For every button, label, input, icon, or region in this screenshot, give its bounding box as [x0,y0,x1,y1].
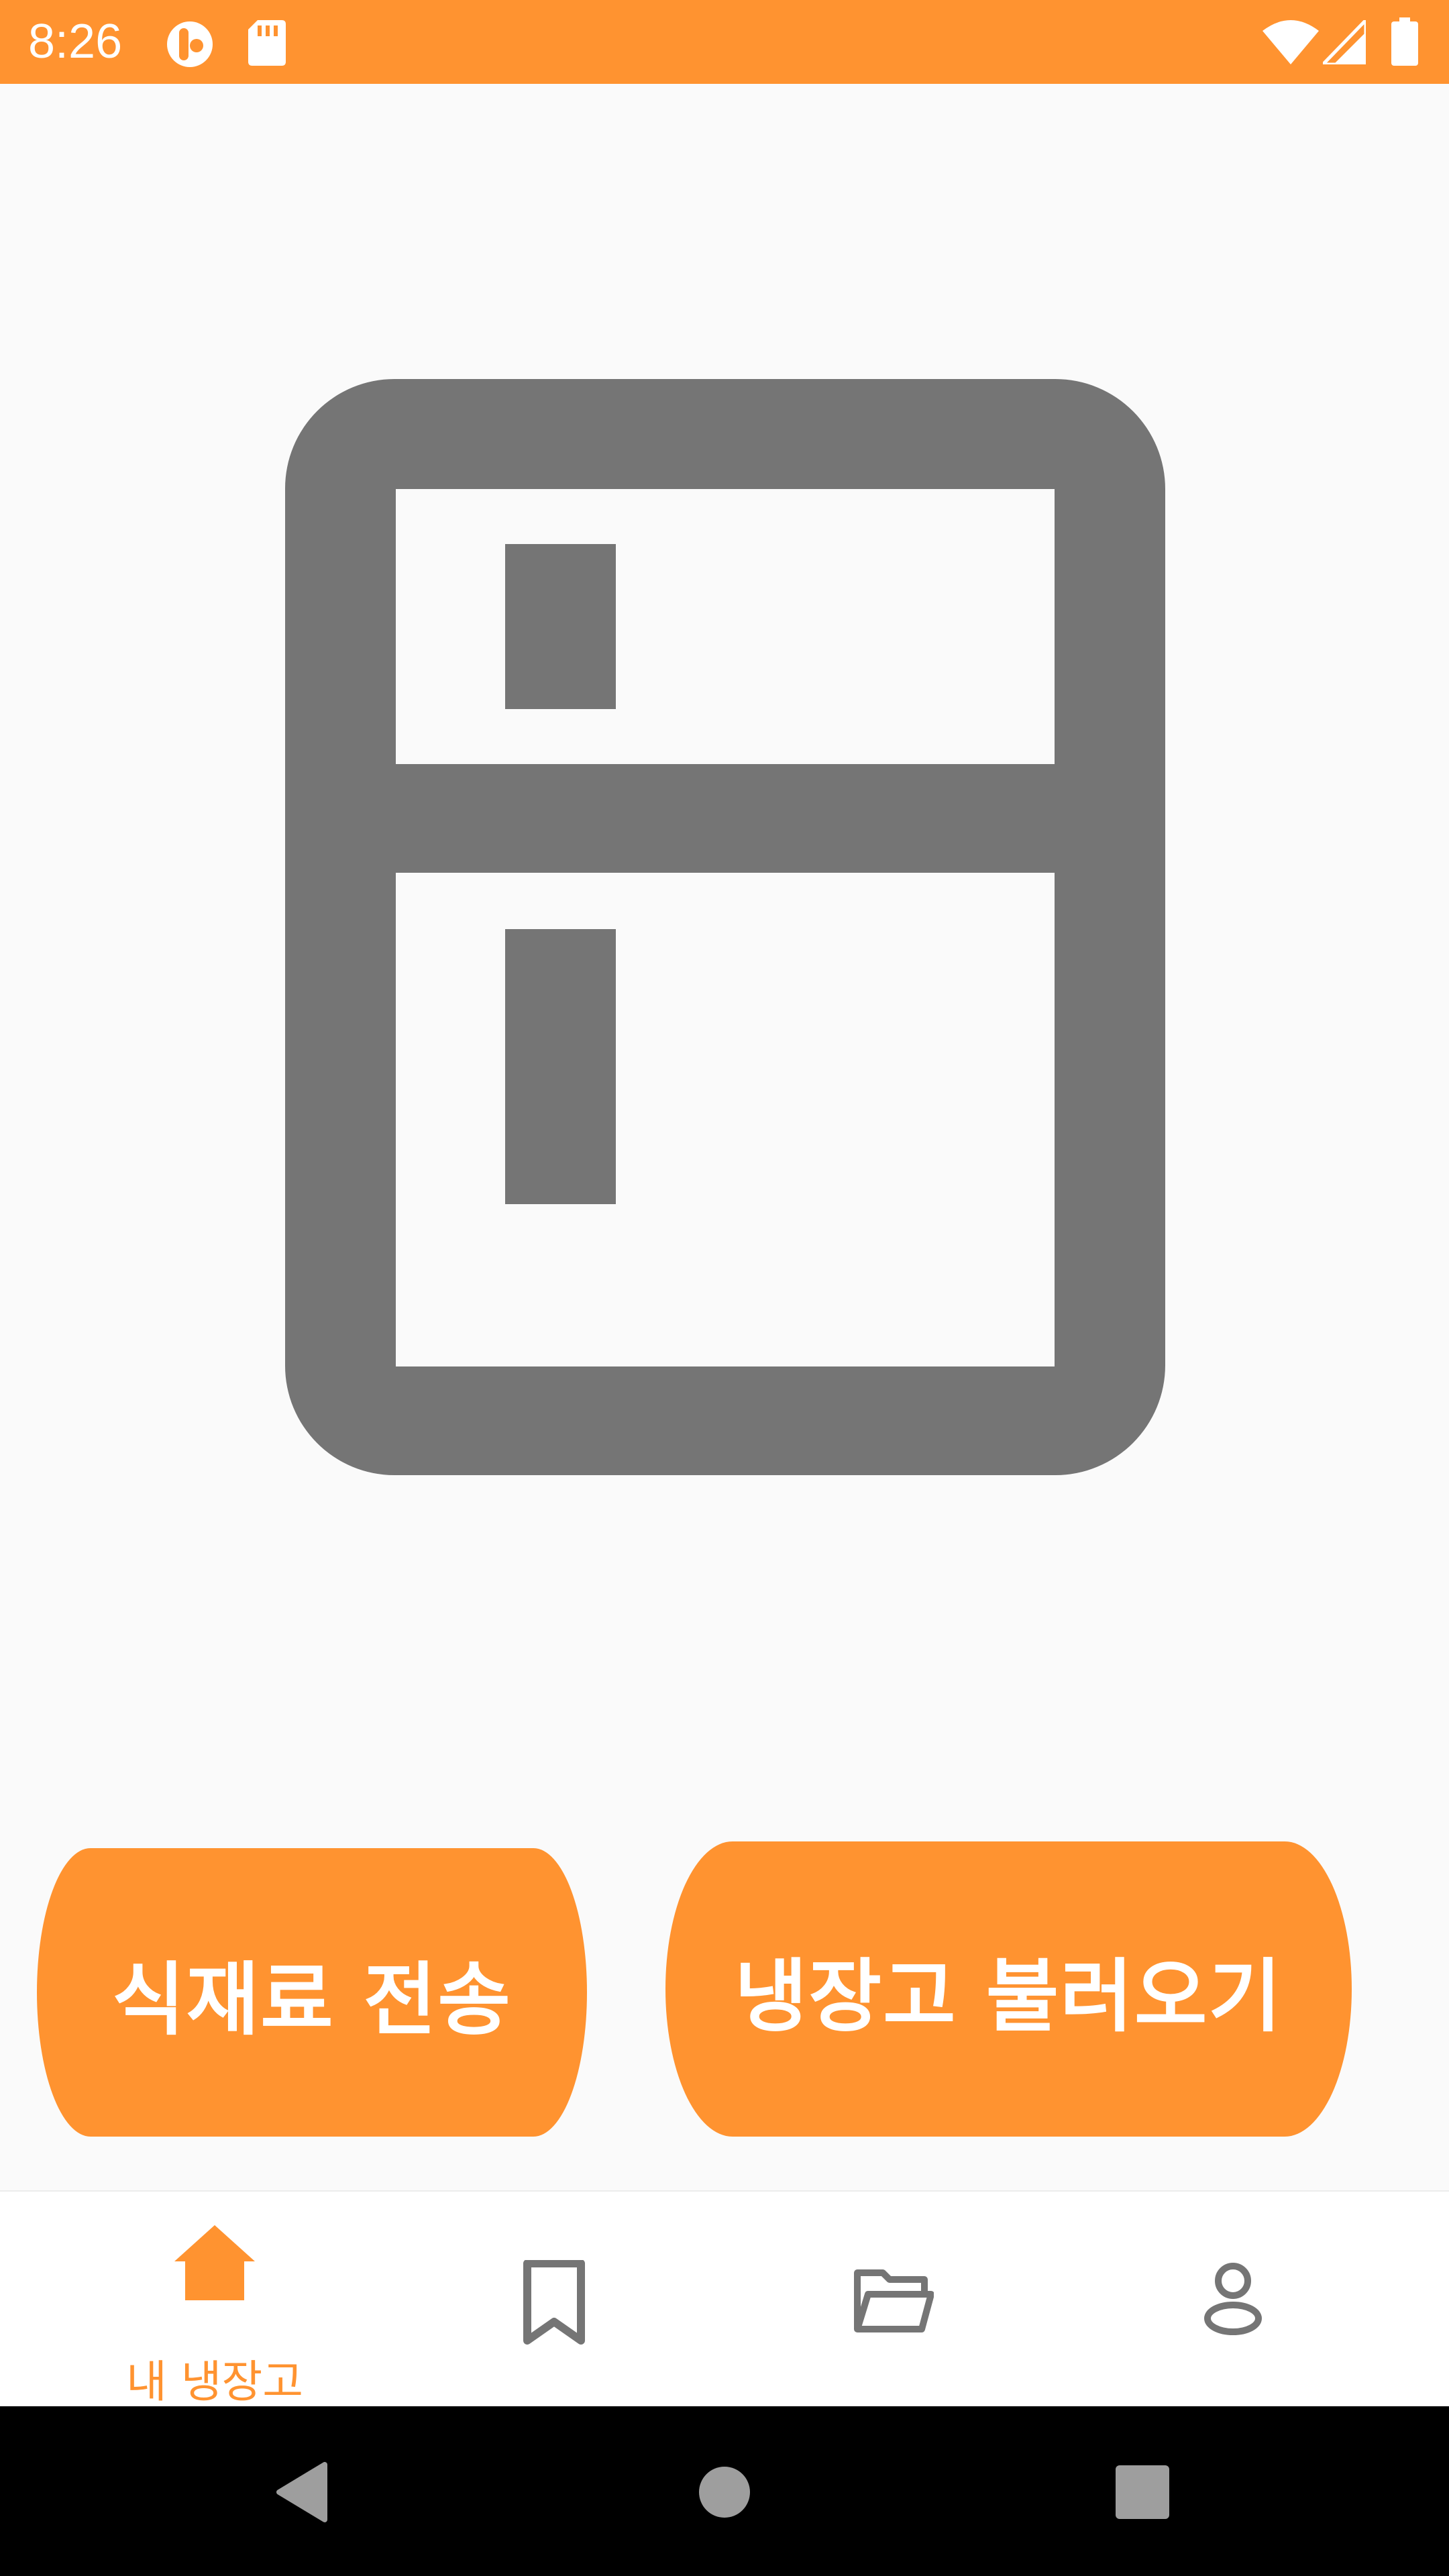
battery-icon [1391,17,1418,66]
bookmark-icon [523,2260,585,2345]
nav-item-folder[interactable] [712,2192,1075,2408]
app-notification-icon [167,21,213,67]
refrigerator-icon [285,379,1165,1475]
wifi-icon [1263,20,1319,64]
nav-item-my-fridge[interactable]: 내 냉장고 [34,2192,396,2408]
nav-item-bookmark[interactable] [373,2192,735,2408]
back-icon[interactable] [275,2462,329,2522]
load-fridge-label: 냉장고 불러오기 [734,1949,1283,2043]
send-ingredients-label: 식재료 전송 [112,1953,512,2046]
system-navigation-bar [0,2406,1449,2576]
recents-icon[interactable] [1116,2465,1169,2519]
send-ingredients-button[interactable]: 식재료 전송 [37,1848,587,2137]
folder-icon [854,2269,934,2332]
status-bar: 8:26 [0,0,1449,84]
person-icon [1204,2263,1262,2335]
nav-label-my-fridge: 내 냉장고 [126,2356,303,2408]
status-time: 8:26 [28,15,123,68]
main-content: 식재료 전송 냉장고 불러오기 [0,84,1449,2190]
home-circle-icon[interactable] [699,2467,750,2518]
cellular-signal-icon [1323,20,1366,64]
load-fridge-button[interactable]: 냉장고 불러오기 [665,1841,1352,2137]
bottom-navigation: 내 냉장고 [0,2190,1449,2408]
sd-card-icon [248,20,286,66]
home-icon [174,2225,255,2300]
nav-item-profile[interactable] [1052,2192,1414,2408]
